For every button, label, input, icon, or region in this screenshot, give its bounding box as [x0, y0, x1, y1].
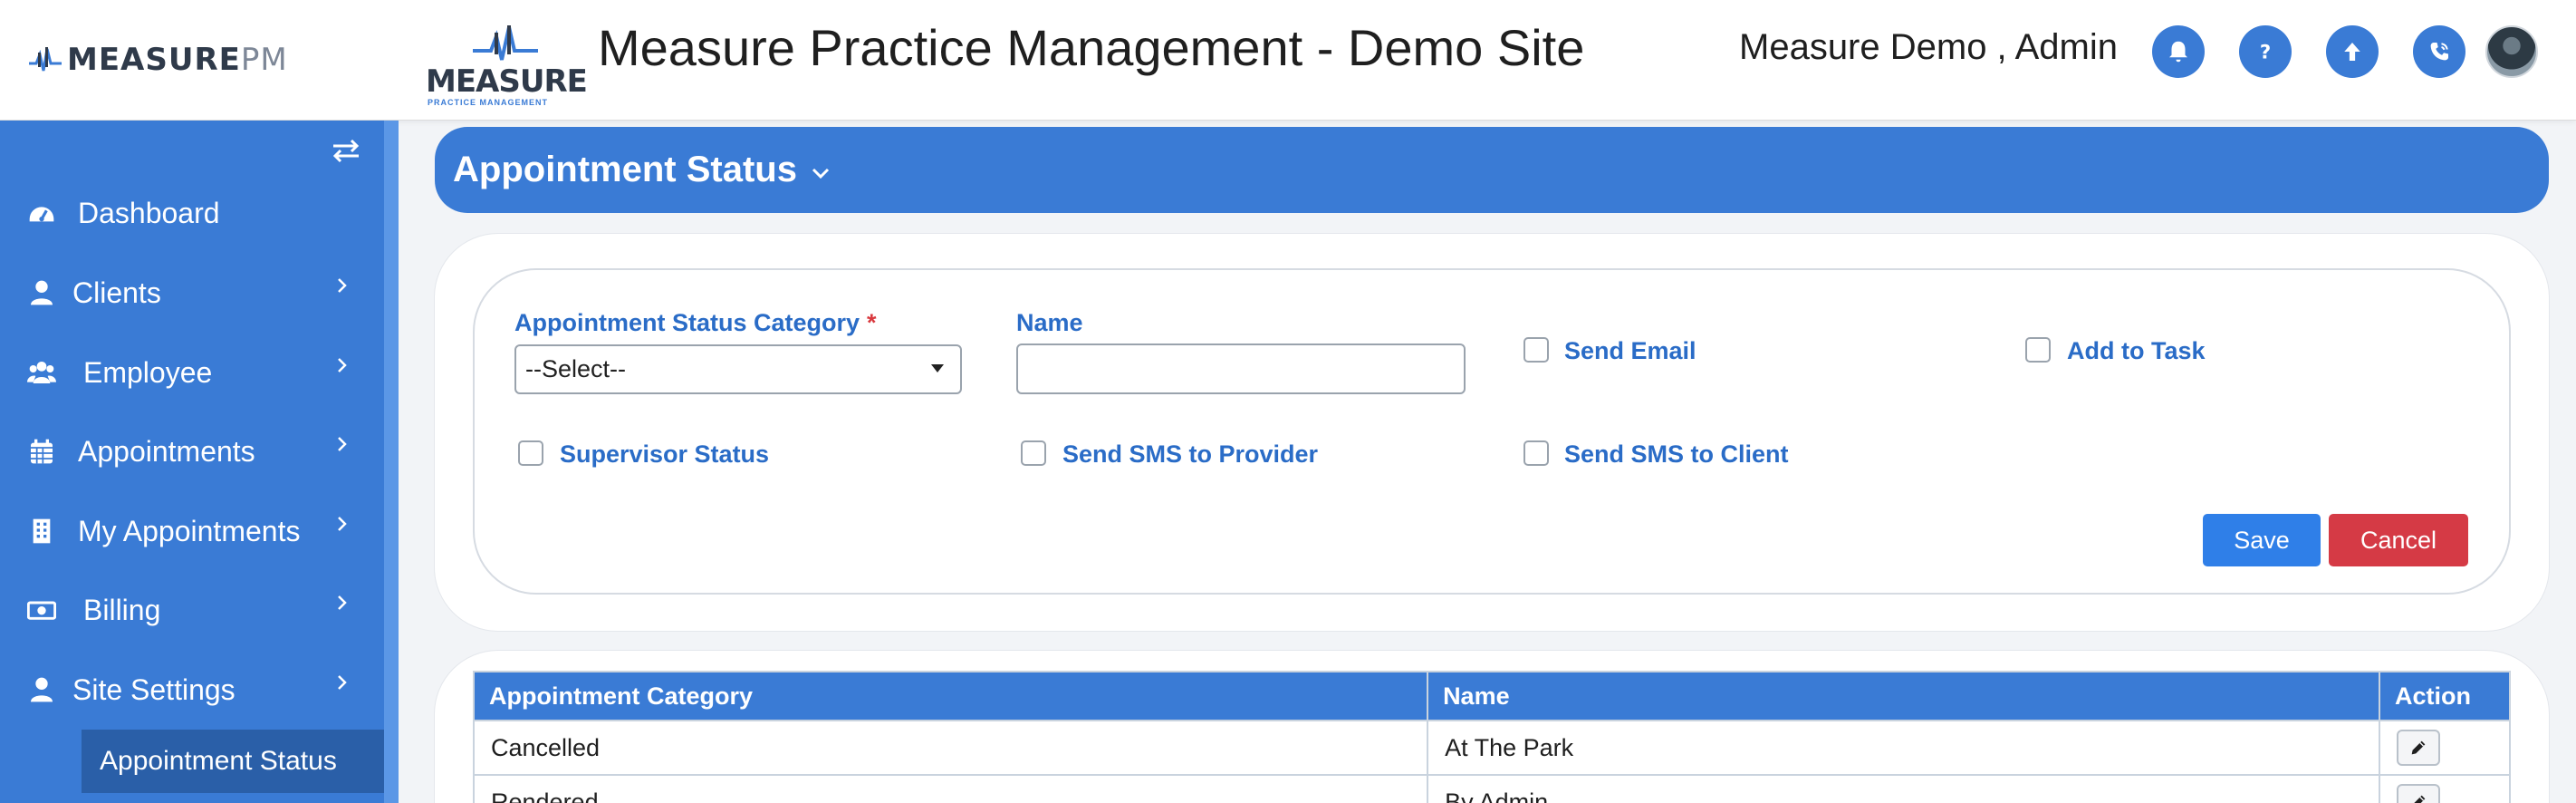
required-marker: * [867, 309, 877, 336]
building-icon [25, 515, 58, 547]
cell-name: At The Park [1427, 720, 2381, 776]
chevron-right-icon [338, 675, 347, 690]
upload-button[interactable] [2326, 25, 2379, 78]
sidebar-item-appointments[interactable]: Appointments [0, 415, 384, 488]
send-email-checkbox[interactable] [1523, 337, 1549, 363]
sidebar-item-clients[interactable]: Clients [0, 256, 384, 329]
send-sms-client-label[interactable]: Send SMS to Client [1564, 440, 1789, 469]
cell-action [2379, 774, 2511, 803]
column-header-category[interactable]: Appointment Category [472, 671, 1429, 721]
dropdown-caret-icon [931, 364, 944, 372]
supervisor-status-label[interactable]: Supervisor Status [560, 440, 769, 469]
category-label: Appointment Status Category * [514, 309, 877, 336]
user-name[interactable]: Measure Demo , Admin [1739, 27, 2118, 68]
cancel-button[interactable]: Cancel [2329, 514, 2468, 566]
add-to-task-label[interactable]: Add to Task [2067, 337, 2206, 365]
logo-wordmark: MEASURE [426, 63, 588, 100]
category-select[interactable]: --Select-- [514, 344, 962, 394]
chevron-right-icon [338, 358, 347, 372]
sidebar-toggle-icon[interactable] [328, 136, 364, 165]
user-icon [25, 276, 58, 309]
logo-mark-icon [473, 25, 538, 61]
send-sms-client-checkbox[interactable] [1523, 440, 1549, 466]
upload-arrow-icon [2344, 43, 2360, 61]
chevron-right-icon [338, 595, 347, 610]
appointment-status-table: Appointment Category Name Action Cancell… [472, 671, 2511, 803]
column-header-action: Action [2379, 671, 2511, 721]
cell-name: By Admin [1427, 774, 2381, 803]
sidebar-item-site-settings[interactable]: Site Settings [0, 653, 384, 726]
sidebar-item-label: Appointments [78, 434, 255, 468]
table-row: Cancelled At The Park [472, 720, 2511, 776]
bell-icon [2169, 41, 2187, 63]
top-header: MEASUREPM MEASURE PRACTICE MANAGEMENT Me… [0, 0, 2576, 121]
add-to-task-checkbox[interactable] [2025, 337, 2051, 363]
category-select-value: --Select-- [525, 355, 627, 382]
edit-button[interactable] [2397, 784, 2441, 803]
brand-logo[interactable]: MEASUREPM [27, 40, 288, 80]
sidebar-item-label: Site Settings [72, 672, 235, 706]
send-email-label[interactable]: Send Email [1564, 337, 1697, 365]
send-sms-provider-checkbox[interactable] [1021, 440, 1046, 466]
user-icon [25, 673, 58, 706]
avatar[interactable] [2485, 25, 2538, 78]
users-icon [25, 356, 58, 389]
phone-button[interactable] [2413, 25, 2465, 78]
sidebar-subitem-appointment-status[interactable]: Appointment Status [82, 730, 384, 793]
save-button[interactable]: Save [2203, 514, 2321, 566]
cell-category: Cancelled [472, 720, 1429, 776]
sidebar-item-label: Employee [83, 355, 213, 389]
company-logo: MEASURE PRACTICE MANAGEMENT [426, 24, 592, 107]
name-label: Name [1016, 309, 1083, 336]
app-title: Measure Practice Management - Demo Site [598, 19, 1585, 76]
chevron-right-icon [338, 517, 347, 531]
table-row: Rendered By Admin [472, 774, 2511, 803]
calendar-icon [25, 435, 58, 468]
column-header-name[interactable]: Name [1427, 671, 2381, 721]
sidebar-scrollbar[interactable] [384, 121, 399, 803]
notifications-button[interactable] [2152, 25, 2205, 78]
sidebar-item-employee[interactable]: Employee [0, 336, 384, 409]
chevron-right-icon [338, 278, 347, 293]
svg-text:?: ? [2260, 42, 2271, 64]
pencil-icon [2411, 740, 2426, 755]
sidebar-item-my-appointments[interactable]: My Appointments [0, 495, 384, 567]
edit-button[interactable] [2397, 730, 2441, 766]
chevron-right-icon [338, 437, 347, 451]
sidebar-item-label: Dashboard [78, 196, 220, 229]
name-input[interactable] [1016, 343, 1466, 394]
sidebar-item-billing[interactable]: Billing [0, 574, 384, 646]
logo-tagline: PRACTICE MANAGEMENT [428, 98, 548, 107]
phone-icon [2430, 43, 2448, 61]
table-header-row: Appointment Category Name Action [472, 671, 2511, 721]
pencil-icon [2414, 795, 2426, 803]
sidebar-item-label: My Appointments [78, 514, 301, 547]
dashboard-icon [25, 197, 58, 229]
sidebar-item-label: Billing [83, 593, 161, 626]
cell-category: Rendered [472, 774, 1429, 803]
send-sms-provider-label[interactable]: Send SMS to Provider [1062, 440, 1318, 469]
help-button[interactable]: ? [2239, 25, 2292, 78]
help-icon: ? [2260, 42, 2271, 64]
cell-action [2379, 720, 2511, 776]
page-title: Appointment Status [453, 150, 797, 189]
supervisor-status-checkbox[interactable] [518, 440, 543, 466]
measure-mark-icon [29, 47, 62, 72]
page-header-banner[interactable]: Appointment Status [435, 127, 2549, 213]
sidebar-item-label: Clients [72, 276, 161, 309]
chevron-down-icon [812, 168, 830, 179]
money-icon [25, 594, 58, 626]
sidebar-item-dashboard[interactable]: Dashboard [0, 177, 384, 249]
brand-wordmark: MEASUREPM [67, 42, 288, 78]
